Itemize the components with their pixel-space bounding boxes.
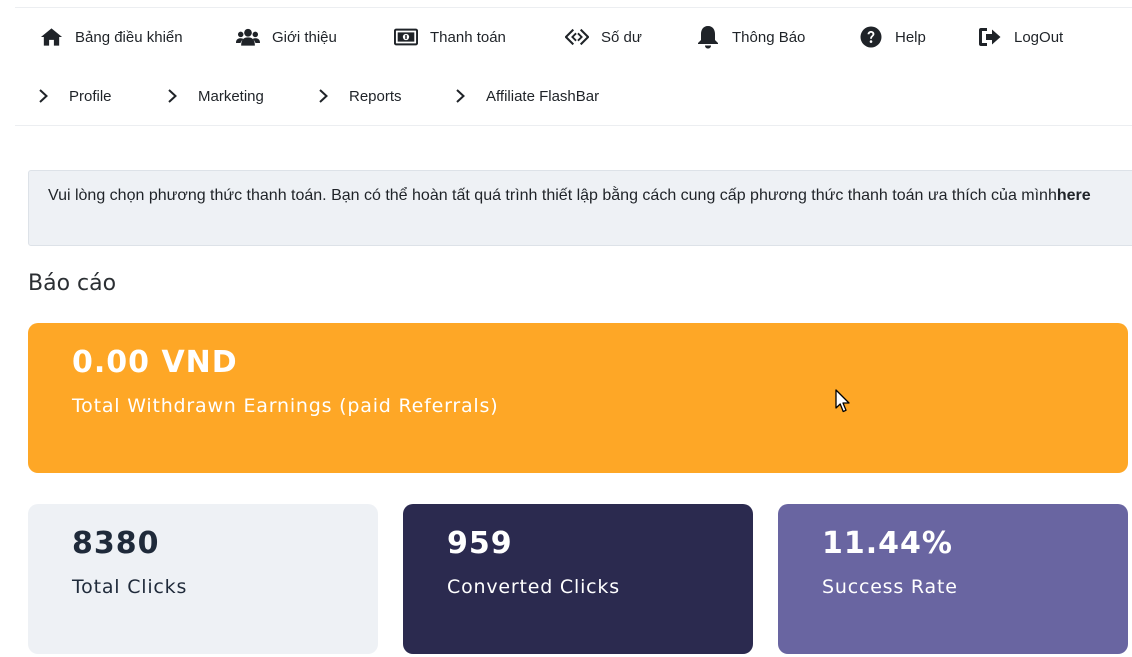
- primary-nav: Bảng điều khiển Giới thiệu Thanh toán Số…: [0, 22, 1132, 52]
- chevron-right-icon: [38, 88, 49, 104]
- nav-item-affiliate-flashbar[interactable]: Affiliate FlashBar: [455, 88, 599, 105]
- nav-item-logout[interactable]: LogOut: [978, 25, 1063, 49]
- page-title: Báo cáo: [28, 271, 117, 296]
- nav-divider: [15, 125, 1132, 126]
- nav-label: Thông Báo: [732, 28, 806, 46]
- mouse-cursor-icon: [835, 389, 850, 413]
- home-icon: [39, 25, 63, 49]
- total-clicks-label: Total Clicks: [72, 576, 188, 598]
- question-circle-icon: [859, 25, 883, 49]
- top-divider: [15, 7, 1132, 8]
- nav-item-help[interactable]: Help: [859, 25, 926, 49]
- nav-item-dashboard[interactable]: Bảng điều khiển: [39, 25, 183, 49]
- nav-item-reports[interactable]: Reports: [318, 88, 402, 105]
- withdrawn-earnings-value: 0.00 VND: [72, 345, 238, 380]
- nav-item-notifications[interactable]: Thông Báo: [696, 25, 805, 49]
- nav-label: Reports: [349, 87, 402, 105]
- nav-label: Bảng điều khiển: [75, 28, 183, 46]
- converted-clicks-label: Converted Clicks: [447, 576, 620, 598]
- converted-clicks-card: 959 Converted Clicks: [403, 504, 753, 654]
- nav-item-marketing[interactable]: Marketing: [167, 88, 264, 105]
- balance-icon: [565, 25, 589, 49]
- chevron-right-icon: [318, 88, 329, 104]
- bell-icon: [696, 25, 720, 49]
- money-bill-icon: [394, 25, 418, 49]
- nav-label: Số dư: [601, 28, 642, 46]
- success-rate-card: 11.44% Success Rate: [778, 504, 1128, 654]
- nav-item-referrals[interactable]: Giới thiệu: [236, 25, 337, 49]
- payment-method-alert: Vui lòng chọn phương thức thanh toán. Bạ…: [28, 170, 1132, 246]
- withdrawn-earnings-label: Total Withdrawn Earnings (paid Referrals…: [72, 395, 499, 417]
- users-icon: [236, 25, 260, 49]
- nav-label: Thanh toán: [430, 28, 506, 46]
- secondary-nav: Profile Marketing Reports Affiliate Flas…: [0, 81, 1132, 111]
- chevron-right-icon: [167, 88, 178, 104]
- nav-label: Help: [895, 28, 926, 46]
- logout-icon: [978, 25, 1002, 49]
- success-rate-value: 11.44%: [822, 526, 953, 561]
- nav-label: Giới thiệu: [272, 28, 337, 46]
- nav-label: Marketing: [198, 87, 264, 105]
- alert-here-link[interactable]: here: [1057, 187, 1091, 204]
- chevron-right-icon: [455, 88, 466, 104]
- withdrawn-earnings-card: 0.00 VND Total Withdrawn Earnings (paid …: [28, 323, 1128, 473]
- nav-label: LogOut: [1014, 28, 1064, 46]
- total-clicks-value: 8380: [72, 526, 160, 561]
- nav-item-profile[interactable]: Profile: [38, 88, 112, 105]
- nav-label: Affiliate FlashBar: [486, 87, 600, 105]
- nav-item-payments[interactable]: Thanh toán: [394, 25, 506, 49]
- nav-label: Profile: [69, 87, 112, 105]
- converted-clicks-value: 959: [447, 526, 513, 561]
- success-rate-label: Success Rate: [822, 576, 958, 598]
- total-clicks-card: 8380 Total Clicks: [28, 504, 378, 654]
- alert-text: Vui lòng chọn phương thức thanh toán. Bạ…: [48, 187, 1057, 204]
- nav-item-balance[interactable]: Số dư: [565, 25, 642, 49]
